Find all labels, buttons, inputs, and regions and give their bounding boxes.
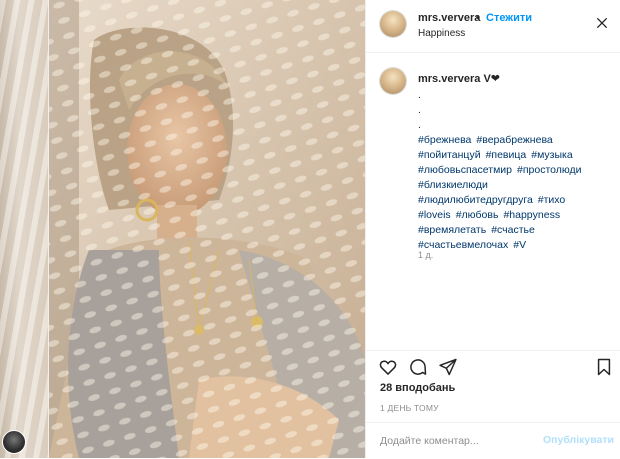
caption-author-line: mrs.ververa V❤ [418,72,500,85]
hashtag-link[interactable]: #пойитанцуй [418,149,481,161]
hashtag-link[interactable]: #близкиелюди [418,179,488,191]
hashtag-link[interactable]: #музыка [531,149,572,161]
comment-icon[interactable] [408,357,428,377]
hashtag-link[interactable]: #простолюди [517,164,582,176]
caption-text: . . . #брежнева #верабрежнева #пойитанцуй… [418,88,608,253]
post-sidebar: mrs.ververa • Стежити Happiness mrs.verv… [365,0,620,458]
post-header: mrs.ververa • Стежити Happiness [366,0,620,53]
hashtag-link[interactable]: #людилюбитедругдруга [418,194,533,206]
location-link[interactable]: Happiness [418,28,465,39]
post-modal: mrs.ververa • Стежити Happiness mrs.verv… [48,0,620,458]
profile-avatar-bottom[interactable] [2,430,26,454]
hashtag-link[interactable]: #времялетать [418,224,486,236]
caption-timestamp: 1 д. [418,250,434,260]
likes-count[interactable]: 28 вподобань [380,382,455,394]
hashtag-link[interactable]: #happyness [503,209,560,221]
publish-button[interactable]: Опублікувати [543,434,614,446]
header-separator: • [476,12,480,24]
author-avatar[interactable] [380,11,406,37]
hashtag-link[interactable]: #счастье [491,224,535,236]
hashtag-link[interactable]: #loveis [418,209,451,221]
follow-button[interactable]: Стежити [486,12,532,24]
action-bar [366,350,620,377]
caption-author-avatar[interactable] [380,68,406,94]
author-username[interactable]: mrs.ververa [418,12,480,24]
caption-dot-line: . [418,89,421,101]
comment-bar: Опублікувати [366,422,620,459]
post-photo[interactable] [49,0,365,458]
hashtag-list: #брежнева #верабрежнева #пойитанцуй #певиц… [418,133,608,253]
hashtag-link[interactable]: #любовь [456,209,499,221]
hashtag-link[interactable]: #V [513,239,526,251]
heart-icon[interactable] [378,357,398,377]
hashtag-link[interactable]: #любовьспасетмир [418,164,512,176]
hashtag-link[interactable]: #верабрежнева [476,134,552,146]
background-page-strip [0,0,48,458]
hashtag-link[interactable]: #тихо [538,194,566,206]
hashtag-link[interactable]: #певица [486,149,527,161]
photo-illustration [49,0,365,458]
more-options-icon[interactable] [594,15,610,31]
caption-author-username[interactable]: mrs.ververa [418,73,480,85]
share-icon[interactable] [438,357,458,377]
post-timestamp: 1 ДЕНЬ ТОМУ [380,403,439,413]
caption-dot-line: . [418,104,421,116]
caption-author-suffix: V❤ [480,73,501,85]
post-caption: mrs.ververa V❤ . . . #брежнева #верабрежн… [366,52,620,350]
comment-input[interactable] [380,433,530,449]
hashtag-link[interactable]: #брежнева [418,134,471,146]
caption-dot-line: . [418,119,421,131]
bookmark-icon[interactable] [594,357,614,377]
